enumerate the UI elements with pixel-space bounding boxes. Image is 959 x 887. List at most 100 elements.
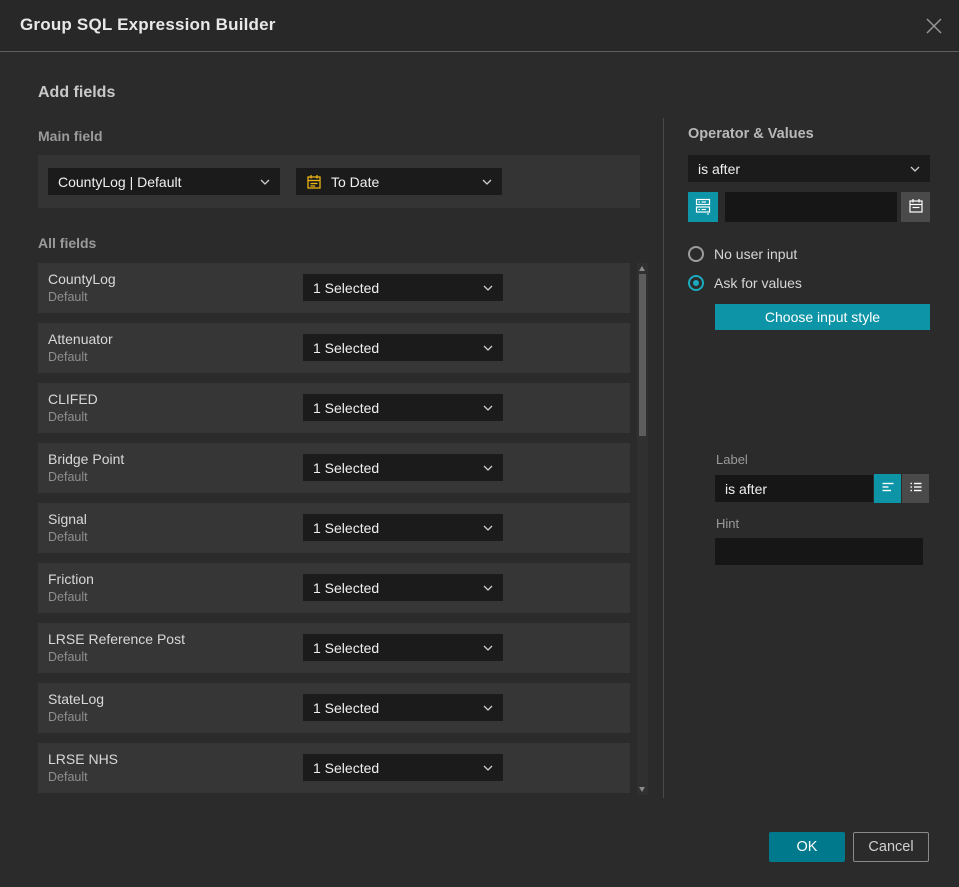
input-style-list-button[interactable]: [902, 474, 929, 503]
chevron-down-icon: [483, 285, 493, 291]
radio-no-user-input-label: No user input: [714, 246, 798, 262]
add-fields-heading: Add fields: [38, 84, 116, 101]
radio-ask-for-values-label: Ask for values: [714, 275, 802, 291]
label-input[interactable]: [715, 475, 873, 502]
field-row: Friction Default 1 Selected: [38, 563, 630, 613]
radio-selected-icon: [688, 275, 704, 291]
field-selected-dropdown[interactable]: 1 Selected: [303, 754, 503, 781]
field-selected-dropdown[interactable]: 1 Selected: [303, 334, 503, 361]
date-field-select-value: To Date: [331, 173, 380, 190]
group-sql-expression-builder-dialog: Group SQL Expression Builder Add fields …: [0, 0, 959, 887]
field-name: LRSE Reference Post: [48, 631, 185, 647]
value-input[interactable]: [725, 192, 897, 222]
choose-input-style-button[interactable]: Choose input style: [715, 304, 930, 330]
cancel-button[interactable]: Cancel: [853, 832, 929, 862]
main-field-label: Main field: [38, 128, 103, 144]
chevron-down-icon: [483, 585, 493, 591]
dialog-header: Group SQL Expression Builder: [0, 0, 959, 52]
chevron-down-icon: [482, 179, 492, 185]
field-selected-value: 1 Selected: [313, 519, 380, 536]
operator-select[interactable]: is after: [688, 155, 930, 182]
chevron-down-icon: [483, 705, 493, 711]
chevron-down-icon: [483, 645, 493, 651]
field-name: CLIFED: [48, 391, 98, 407]
field-row: StateLog Default 1 Selected: [38, 683, 630, 733]
field-subtitle: Default: [48, 530, 88, 544]
field-selected-dropdown[interactable]: 1 Selected: [303, 514, 503, 541]
scroll-down-icon[interactable]: [639, 787, 645, 792]
field-selected-value: 1 Selected: [313, 759, 380, 776]
field-row: Attenuator Default 1 Selected: [38, 323, 630, 373]
field-selected-value: 1 Selected: [313, 579, 380, 596]
chevron-down-icon: [483, 345, 493, 351]
calendar-icon: [306, 174, 322, 190]
field-subtitle: Default: [48, 350, 88, 364]
field-name: CountyLog: [48, 271, 116, 287]
field-row: LRSE NHS Default 1 Selected: [38, 743, 630, 793]
fields-list-scrollbar[interactable]: [637, 263, 648, 795]
field-selected-dropdown[interactable]: 1 Selected: [303, 694, 503, 721]
radio-ask-for-values[interactable]: Ask for values: [688, 275, 802, 291]
hint-input[interactable]: [715, 538, 923, 565]
field-subtitle: Default: [48, 710, 88, 724]
calendar-icon: [908, 198, 924, 217]
chevron-down-icon: [483, 525, 493, 531]
field-name: Bridge Point: [48, 451, 125, 467]
label-field-label: Label: [716, 452, 748, 467]
field-selected-dropdown[interactable]: 1 Selected: [303, 574, 503, 601]
ok-button[interactable]: OK: [769, 832, 845, 862]
close-icon[interactable]: [924, 16, 944, 36]
field-subtitle: Default: [48, 290, 88, 304]
hint-field-label: Hint: [716, 516, 740, 531]
scrollbar-thumb[interactable]: [639, 274, 646, 436]
field-name: Friction: [48, 571, 94, 587]
field-name: Signal: [48, 511, 87, 527]
field-row: Signal Default 1 Selected: [38, 503, 630, 553]
operator-values-heading: Operator & Values: [688, 126, 814, 142]
field-row: Bridge Point Default 1 Selected: [38, 443, 630, 493]
field-selected-value: 1 Selected: [313, 279, 380, 296]
field-selected-value: 1 Selected: [313, 699, 380, 716]
field-selected-value: 1 Selected: [313, 639, 380, 656]
chevron-down-icon: [483, 765, 493, 771]
field-row: CLIFED Default 1 Selected: [38, 383, 630, 433]
chevron-down-icon: [910, 166, 920, 172]
chevron-down-icon: [483, 405, 493, 411]
field-name: StateLog: [48, 691, 105, 707]
main-field-select-value: CountyLog | Default: [58, 173, 182, 190]
field-subtitle: Default: [48, 410, 88, 424]
bulleted-list-icon: [908, 479, 924, 498]
scroll-up-icon[interactable]: [639, 266, 645, 271]
date-picker-button[interactable]: [901, 192, 930, 222]
field-subtitle: Default: [48, 590, 88, 604]
field-subtitle: Default: [48, 470, 88, 484]
field-selected-value: 1 Selected: [313, 399, 380, 416]
label-row: [715, 474, 930, 503]
align-left-icon: [880, 479, 896, 498]
chevron-down-icon: [483, 465, 493, 471]
value-input-row: [688, 192, 930, 222]
input-style-text-button[interactable]: [874, 474, 901, 503]
field-selected-dropdown[interactable]: 1 Selected: [303, 394, 503, 421]
field-selected-value: 1 Selected: [313, 339, 380, 356]
main-field-row: CountyLog | Default To Date: [38, 155, 640, 208]
all-fields-label: All fields: [38, 235, 97, 251]
operator-select-value: is after: [698, 160, 741, 177]
radio-no-user-input[interactable]: No user input: [688, 246, 797, 262]
field-row: CountyLog Default 1 Selected: [38, 263, 630, 313]
field-name: Attenuator: [48, 331, 113, 347]
values-list-icon: [694, 197, 712, 218]
chevron-down-icon: [260, 179, 270, 185]
main-field-select[interactable]: CountyLog | Default: [48, 168, 280, 195]
all-fields-list: CountyLog Default 1 Selected Attenuator Defa…: [38, 263, 630, 803]
dialog-title: Group SQL Expression Builder: [20, 15, 276, 34]
field-subtitle: Default: [48, 650, 88, 664]
field-subtitle: Default: [48, 770, 88, 784]
field-selected-dropdown[interactable]: 1 Selected: [303, 274, 503, 301]
field-name: LRSE NHS: [48, 751, 119, 767]
field-selected-dropdown[interactable]: 1 Selected: [303, 634, 503, 661]
radio-unselected-icon: [688, 246, 704, 262]
pick-values-button[interactable]: [688, 192, 718, 222]
date-field-select[interactable]: To Date: [296, 168, 502, 195]
field-selected-dropdown[interactable]: 1 Selected: [303, 454, 503, 481]
